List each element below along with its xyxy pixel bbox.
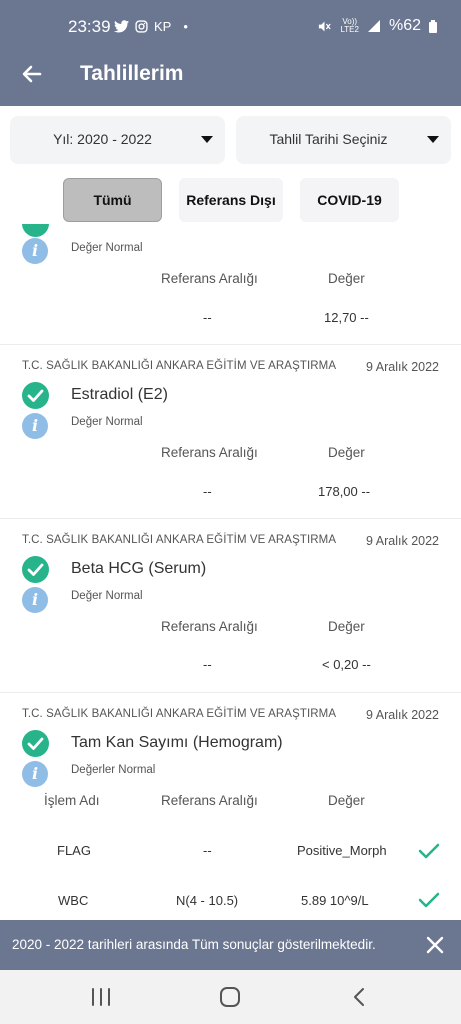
- reference-range-header: Referans Aralığı: [161, 619, 258, 634]
- value-header: Değer: [328, 271, 365, 286]
- institution-name: T.C. SAĞLIK BAKANLIĞI ANKARA EĞİTİM VE A…: [22, 534, 337, 546]
- reference-range-value: N(4 - 10.5): [176, 893, 239, 908]
- info-icon[interactable]: i: [22, 238, 48, 264]
- info-icon[interactable]: i: [22, 587, 48, 613]
- result-date: 9 Aralık 2022: [366, 360, 439, 374]
- app-bar: Tahlillerim: [0, 44, 461, 106]
- close-icon[interactable]: [425, 935, 445, 955]
- info-icon[interactable]: i: [22, 413, 48, 439]
- reference-range-header: Referans Aralığı: [161, 445, 258, 460]
- result-status: Değer Normal: [71, 416, 143, 428]
- date-dropdown[interactable]: Tahlil Tarihi Seçiniz: [236, 116, 451, 164]
- result-value: 178,00 --: [318, 484, 371, 499]
- caret-down-icon: [201, 136, 213, 143]
- page-title: Tahlillerim: [80, 62, 184, 85]
- status-notification-icons: KP •: [114, 19, 188, 34]
- results-list[interactable]: i Değer Normal Referans Aralığı Değer --…: [0, 224, 461, 920]
- tab-covid-19[interactable]: COVID-19: [300, 178, 399, 222]
- result-status: Değer Normal: [71, 242, 143, 254]
- notification-dot: •: [183, 19, 188, 34]
- home-icon[interactable]: [218, 986, 242, 1008]
- check-circle-icon: [22, 556, 49, 583]
- result-date: 9 Aralık 2022: [366, 708, 439, 722]
- reference-range-value: --: [203, 310, 212, 325]
- status-time: 23:39: [68, 17, 111, 36]
- mute-icon: [319, 21, 332, 31]
- divider: [0, 344, 461, 345]
- operation-name: WBC: [58, 893, 89, 908]
- info-snackbar: 2020 - 2022 tarihleri arasında Tüm sonuç…: [0, 920, 461, 970]
- result-status: Değer Normal: [71, 590, 143, 602]
- status-system-icons: Vo)) LTE2 %62: [317, 17, 437, 35]
- check-circle-icon: [22, 730, 49, 757]
- signal-icon: [367, 20, 380, 32]
- carrier-label: KP: [154, 19, 172, 34]
- check-circle-icon: [22, 224, 49, 237]
- result-value: 12,70 --: [324, 310, 369, 325]
- status-bar: 23:39 KP • Vo)) LTE2 %62: [0, 0, 461, 44]
- test-name: Estradiol (E2): [71, 386, 168, 403]
- info-icon[interactable]: i: [22, 761, 48, 787]
- test-name: Beta HCG (Serum): [71, 560, 207, 577]
- checkmark-icon: [418, 892, 440, 908]
- operation-name-header: İşlem Adı: [44, 793, 100, 808]
- result-status: Değerler Normal: [71, 764, 156, 776]
- reference-range-value: --: [203, 484, 212, 499]
- check-circle-icon: [22, 382, 49, 409]
- year-dropdown[interactable]: Yıl: 2020 - 2022: [10, 116, 225, 164]
- battery-percent: %62: [388, 17, 421, 34]
- value-header: Değer: [328, 445, 365, 460]
- date-dropdown-label: Tahlil Tarihi Seçiniz: [269, 131, 388, 147]
- reference-range-value: --: [203, 657, 212, 672]
- back-arrow-icon[interactable]: [20, 62, 44, 86]
- recent-apps-icon[interactable]: [89, 986, 113, 1008]
- tab-all[interactable]: Tümü: [63, 178, 162, 222]
- result-value: 5.89 10^9/L: [301, 893, 369, 908]
- twitter-icon: [114, 20, 129, 33]
- filter-panel: Yıl: 2020 - 2022 Tahlil Tarihi Seçiniz T…: [0, 106, 461, 224]
- tab-out-of-reference[interactable]: Referans Dışı: [179, 178, 283, 222]
- year-dropdown-label: Yıl: 2020 - 2022: [53, 131, 152, 147]
- test-name: Tam Kan Sayımı (Hemogram): [71, 734, 283, 751]
- volte-icon: Vo)) LTE2: [340, 17, 359, 34]
- reference-range-value: --: [203, 843, 212, 858]
- operation-name: FLAG: [57, 843, 91, 858]
- system-navigation-bar: [0, 970, 461, 1024]
- value-header: Değer: [328, 619, 365, 634]
- result-date: 9 Aralık 2022: [366, 534, 439, 548]
- value-header: Değer: [328, 793, 365, 808]
- institution-name: T.C. SAĞLIK BAKANLIĞI ANKARA EĞİTİM VE A…: [22, 708, 337, 720]
- reference-range-header: Referans Aralığı: [161, 793, 258, 808]
- divider: [0, 692, 461, 693]
- result-value: < 0,20 --: [322, 657, 371, 672]
- instagram-icon: [135, 20, 148, 33]
- result-value: Positive_Morph: [297, 843, 387, 858]
- reference-range-header: Referans Aralığı: [161, 271, 258, 286]
- institution-name: T.C. SAĞLIK BAKANLIĞI ANKARA EĞİTİM VE A…: [22, 360, 337, 372]
- battery-icon: [429, 19, 437, 33]
- back-icon[interactable]: [348, 986, 372, 1008]
- checkmark-icon: [418, 843, 440, 859]
- caret-down-icon: [427, 136, 439, 143]
- divider: [0, 518, 461, 519]
- snackbar-message: 2020 - 2022 tarihleri arasında Tüm sonuç…: [12, 937, 376, 952]
